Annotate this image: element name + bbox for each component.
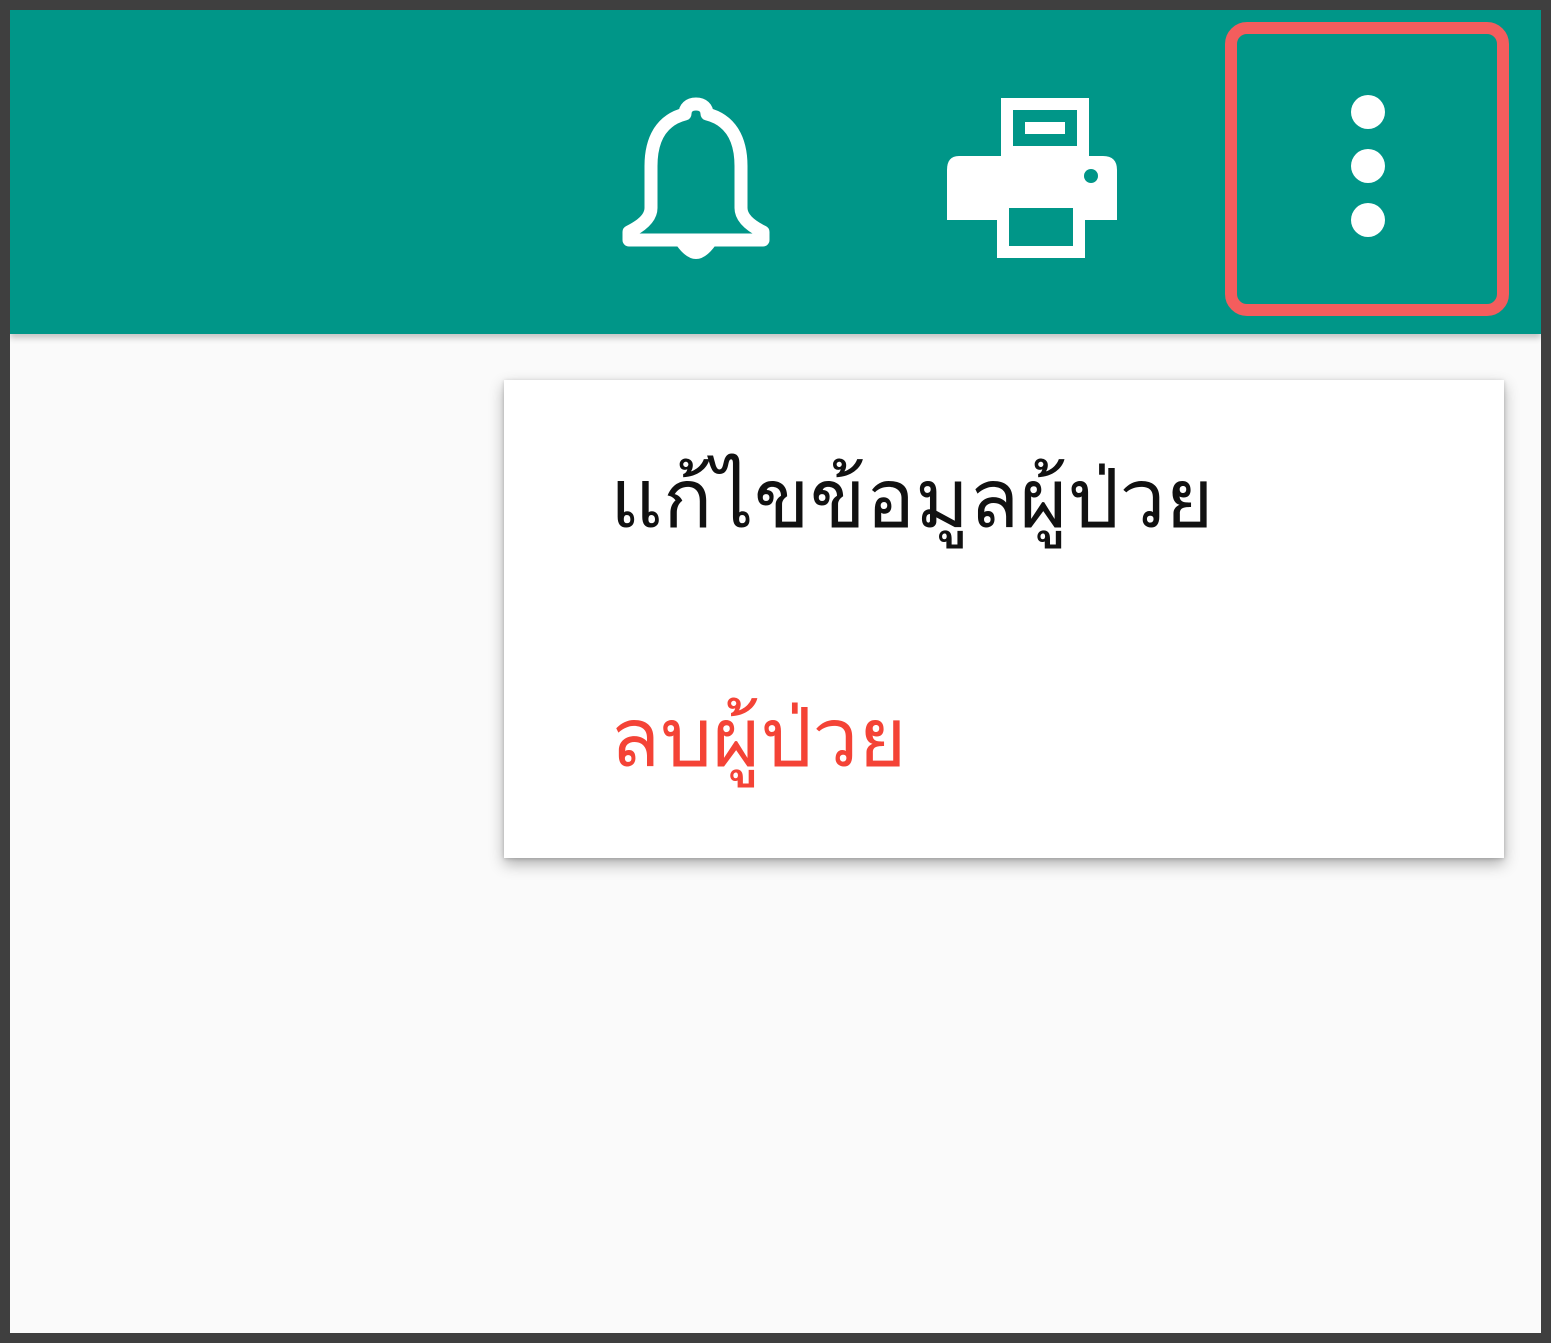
- print-button[interactable]: [936, 80, 1126, 280]
- overflow-menu: แก้ไขข้อมูลผู้ป่วย ลบผู้ป่วย: [504, 380, 1504, 858]
- menu-item-edit-patient[interactable]: แก้ไขข้อมูลผู้ป่วย: [504, 380, 1504, 619]
- notifications-button[interactable]: [610, 80, 782, 280]
- more-vert-icon: [1348, 92, 1388, 246]
- menu-item-delete-patient[interactable]: ลบผู้ป่วย: [504, 619, 1504, 858]
- bell-icon: [621, 90, 771, 270]
- more-options-button[interactable]: [1230, 22, 1506, 316]
- app-screen: แก้ไขข้อมูลผู้ป่วย ลบผู้ป่วย: [10, 10, 1541, 1333]
- app-bar: [10, 10, 1541, 334]
- printer-icon: [945, 98, 1117, 262]
